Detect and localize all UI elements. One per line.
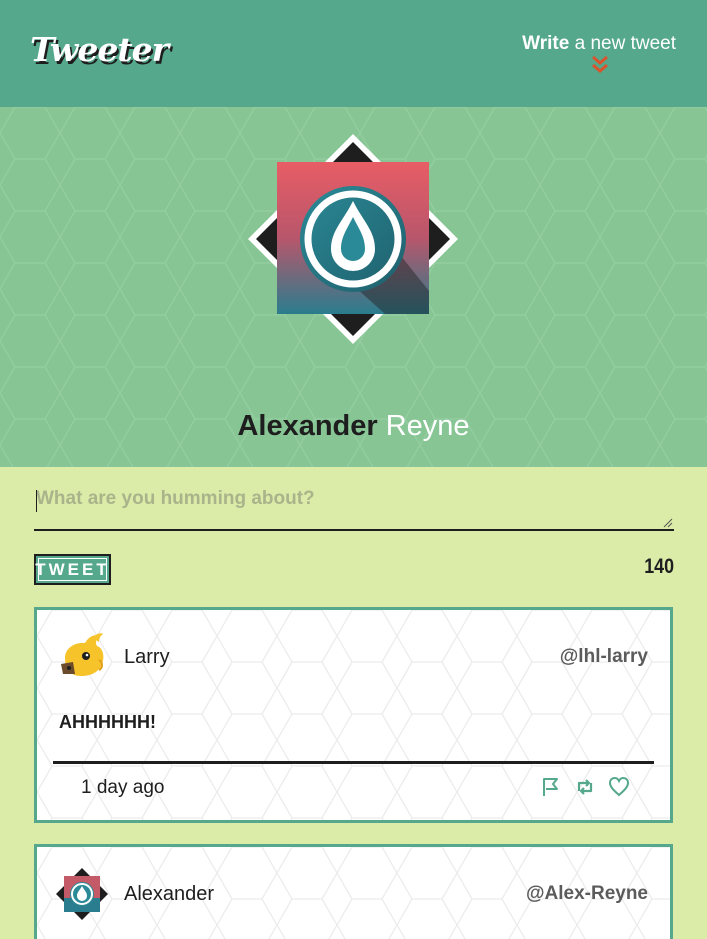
tweet-author-handle: @lhl-larry [559,646,648,667]
user-avatar [56,868,108,920]
flag-icon[interactable] [540,776,562,798]
retweet-icon[interactable] [574,776,596,798]
compose-area [34,478,674,531]
profile-last-name: Reyne [385,410,470,442]
tweet-author-name: Larry [124,646,170,668]
compose-link-text: a new tweet [569,33,676,54]
tweet-card: Alexander @Alex-Reyne [34,844,673,939]
tweet-body: AHHHHHH! [59,712,156,732]
tweet-card: Larry @lhl-larry AHHHHHH! 1 day ago [34,607,673,823]
compose-toggle-link[interactable]: Write a new tweet [522,33,676,55]
text-caret [36,490,37,512]
tweet-button[interactable]: TWEET [34,554,111,585]
compose-link-bold: Write [522,33,570,54]
tweet-actions [540,776,630,798]
profile-first-name: Alexander [237,410,378,442]
tweet-author-handle: @Alex-Reyne [525,883,648,904]
heart-icon[interactable] [608,776,630,798]
tweet-timestamp: 1 day ago [81,777,165,798]
tweet-author-name: Alexander [124,883,215,905]
resize-handle-icon[interactable] [663,518,673,528]
profile-header: Alexander Reyne [0,107,707,467]
user-avatar [61,633,104,676]
app-logo[interactable]: Tweeter [30,30,169,69]
top-nav: Tweeter Write a new tweet [0,0,707,107]
profile-avatar [248,134,458,344]
tweet-input[interactable] [34,478,674,529]
tweet-divider [53,761,654,764]
char-counter: 140 [644,555,674,578]
profile-name: Alexander Reyne [0,410,707,443]
double-chevron-down-icon[interactable] [590,54,610,76]
